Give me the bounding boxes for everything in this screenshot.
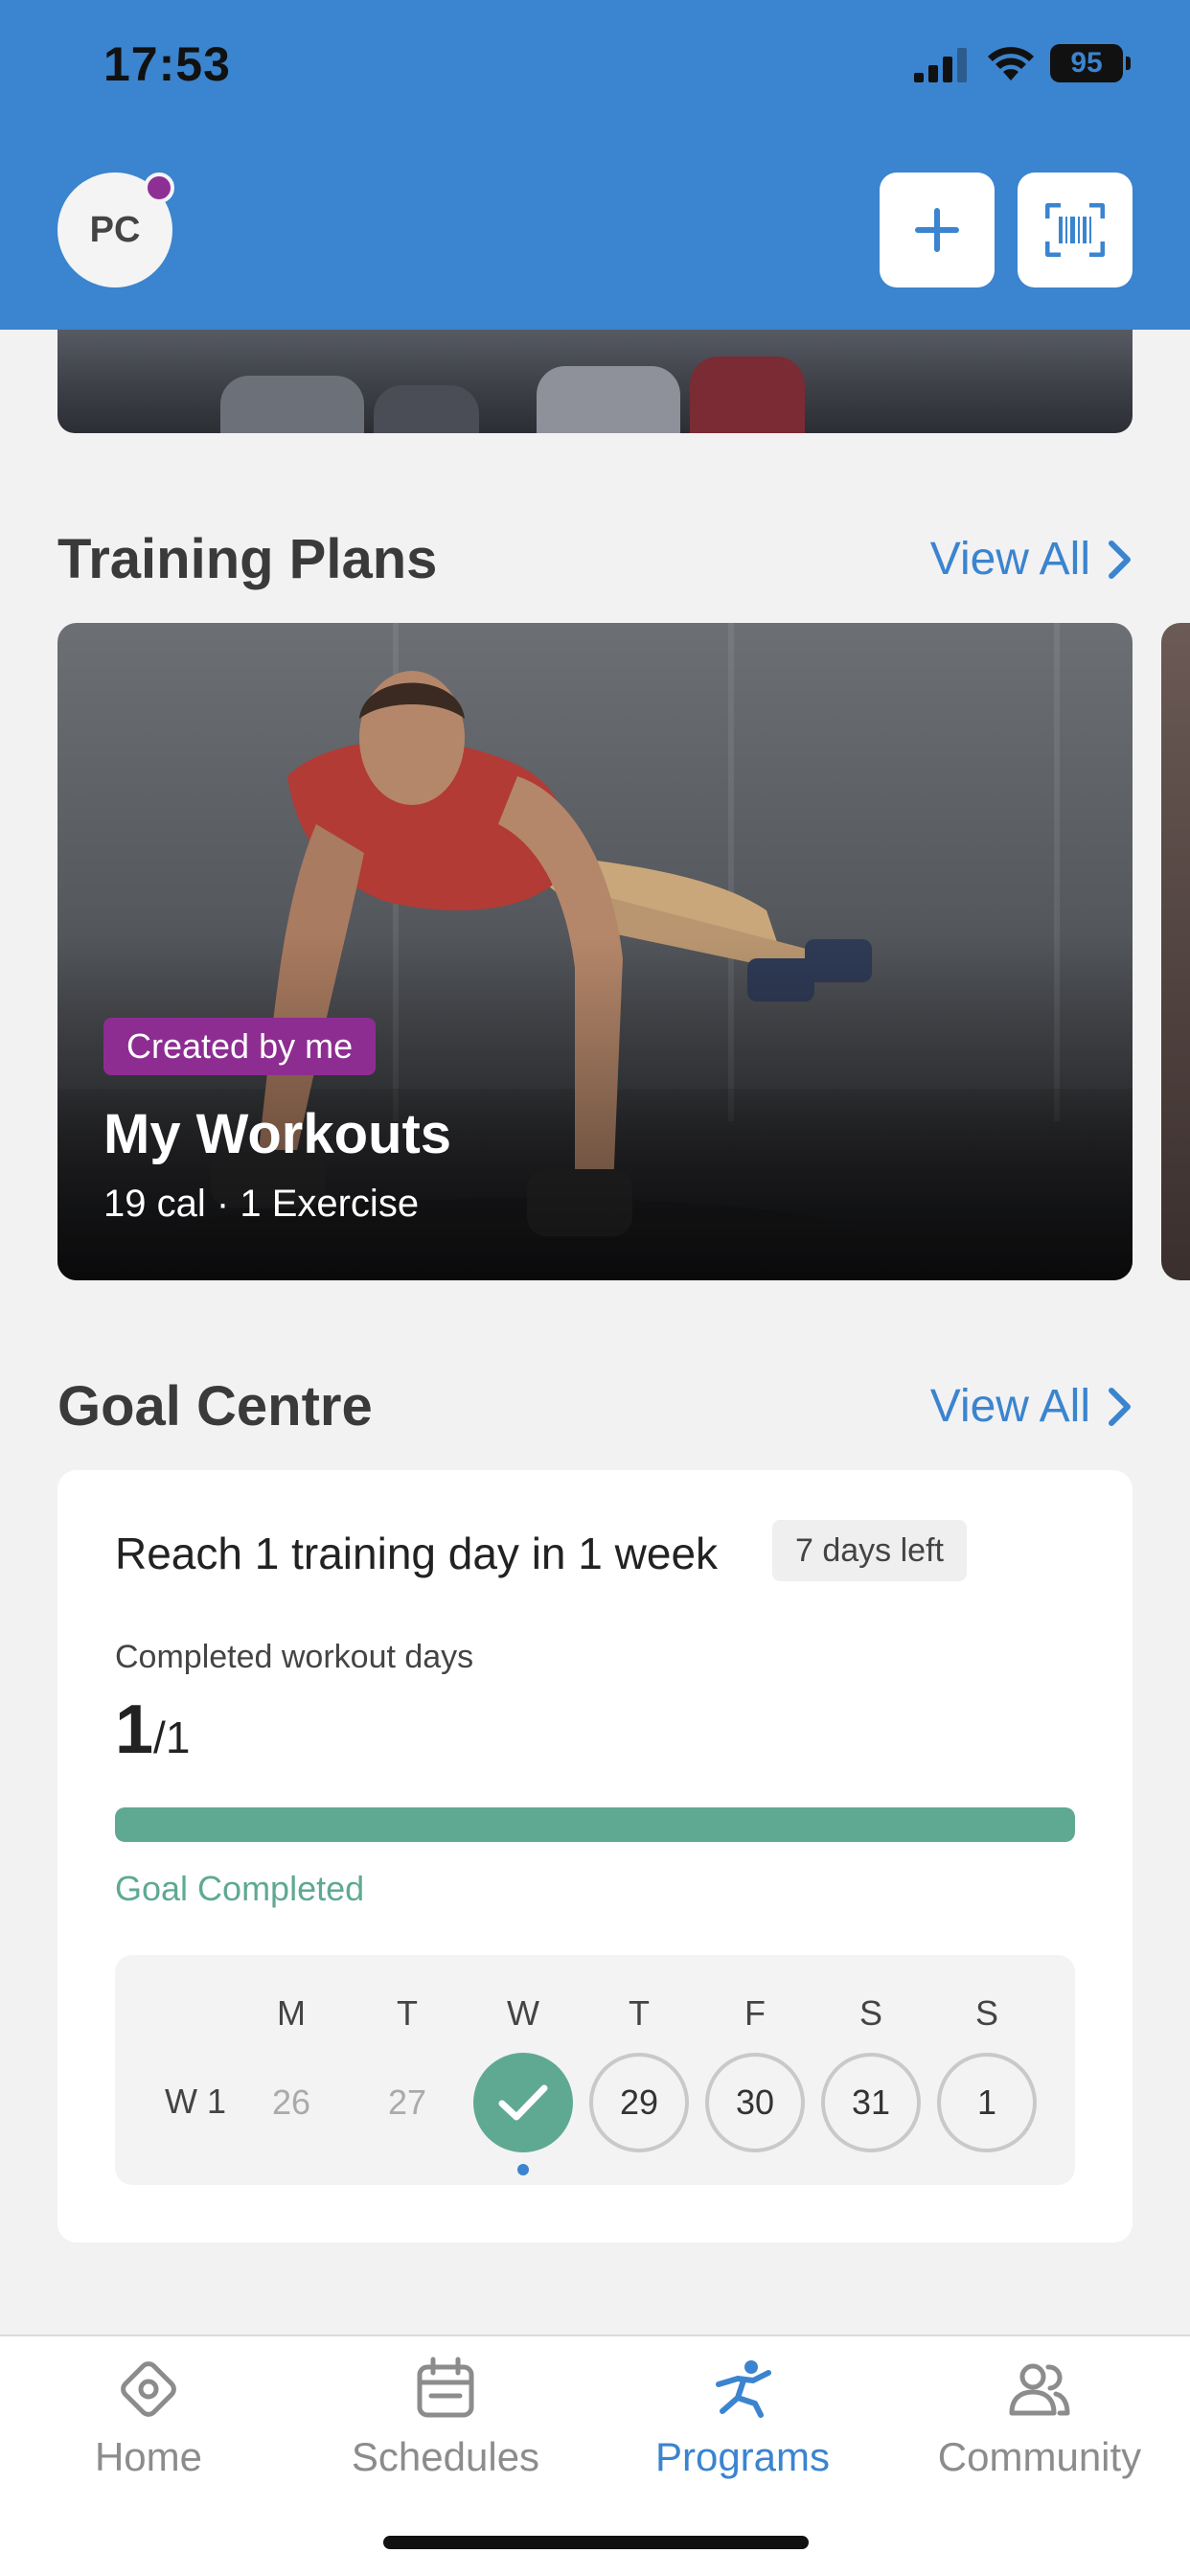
chevron-right-icon [1109, 1387, 1131, 1426]
calendar-day[interactable]: 29 [589, 2053, 689, 2152]
calendar-day[interactable]: 26 [241, 2053, 341, 2152]
home-icon [121, 2361, 176, 2417]
days-left-badge: 7 days left [772, 1520, 967, 1581]
today-indicator [517, 2164, 529, 2175]
next-training-plan-card[interactable] [1161, 623, 1190, 1280]
plan-meta: 19 cal · 1 Exercise [103, 1183, 419, 1226]
nav-community[interactable]: Community [891, 2356, 1188, 2480]
plan-title: My Workouts [103, 1103, 452, 1165]
nav-home[interactable]: Home [0, 2356, 297, 2480]
plus-icon [915, 208, 959, 252]
calendar-day-completed[interactable] [473, 2053, 573, 2152]
cellular-signal-icon [914, 48, 967, 82]
nav-label: Programs [654, 2434, 831, 2479]
nav-label: Home [94, 2434, 203, 2479]
meta-separator: · [216, 1183, 230, 1225]
goal-count: 1/1 [115, 1690, 190, 1769]
add-button[interactable] [880, 172, 995, 288]
training-plans-title: Training Plans [57, 528, 438, 590]
day-header: S [858, 1993, 882, 2033]
plan-exercise-count: 1 Exercise [240, 1183, 420, 1225]
calendar-day[interactable]: 31 [821, 2053, 921, 2152]
calendar-icon [417, 2357, 474, 2418]
goal-subtitle: Completed workout days [115, 1639, 474, 1675]
home-indicator[interactable] [383, 2536, 809, 2549]
goal-title: Reach 1 training day in 1 week [115, 1529, 719, 1578]
goal-centre-title: Goal Centre [57, 1375, 373, 1438]
chevron-right-icon [1109, 540, 1131, 579]
barcode-scan-icon [1045, 203, 1105, 257]
nav-label: Community [937, 2434, 1142, 2479]
view-all-label: View All [929, 1381, 1090, 1432]
calendar-day[interactable]: 27 [357, 2053, 457, 2152]
day-header: W [507, 1993, 539, 2033]
day-header: M [277, 1993, 306, 2033]
notification-dot [144, 172, 174, 203]
day-header: F [744, 1993, 766, 2033]
goal-centre-view-all-link[interactable]: View All [930, 1380, 1133, 1433]
training-plan-card[interactable]: Created by me My Workouts 19 cal · 1 Exe… [57, 623, 1133, 1280]
nav-label: Schedules [351, 2434, 540, 2479]
training-plans-view-all-link[interactable]: View All [930, 533, 1133, 586]
nav-programs[interactable]: Programs [594, 2356, 891, 2480]
week-label: W 1 [165, 2082, 227, 2121]
battery-icon: 95 [1050, 44, 1131, 82]
calendar-day[interactable]: 30 [705, 2053, 805, 2152]
nav-schedules[interactable]: Schedules [297, 2356, 594, 2480]
day-header: T [397, 1993, 418, 2033]
status-time: 17:53 [103, 37, 231, 91]
goal-card[interactable]: Reach 1 training day in 1 week 7 days le… [57, 1470, 1133, 2242]
day-header: T [629, 1993, 650, 2033]
checkmark-icon [498, 2084, 548, 2121]
wifi-icon [988, 47, 1034, 80]
calendar-day[interactable]: 1 [937, 2053, 1037, 2152]
goal-status: Goal Completed [115, 1869, 365, 1908]
goal-progress-fill [115, 1807, 1075, 1842]
people-icon [1009, 2363, 1070, 2416]
view-all-label: View All [929, 534, 1090, 585]
status-bar: 17:53 95 [0, 0, 1190, 134]
goal-completed-count: 1 [115, 1691, 154, 1768]
goal-target-count: /1 [153, 1713, 191, 1762]
day-header: S [974, 1993, 998, 2033]
featured-card-image[interactable] [57, 316, 1133, 433]
running-figure-icon [716, 2360, 771, 2418]
app-header: 17:53 95 PC [0, 0, 1190, 330]
created-by-me-badge: Created by me [103, 1018, 377, 1075]
barcode-scan-button[interactable] [1018, 172, 1133, 288]
goal-progress-bar [115, 1807, 1075, 1842]
plan-calories: 19 cal [103, 1183, 206, 1225]
week-calendar: W 1 M T W T F S S 26 27 29 30 31 1 [115, 1955, 1075, 2185]
